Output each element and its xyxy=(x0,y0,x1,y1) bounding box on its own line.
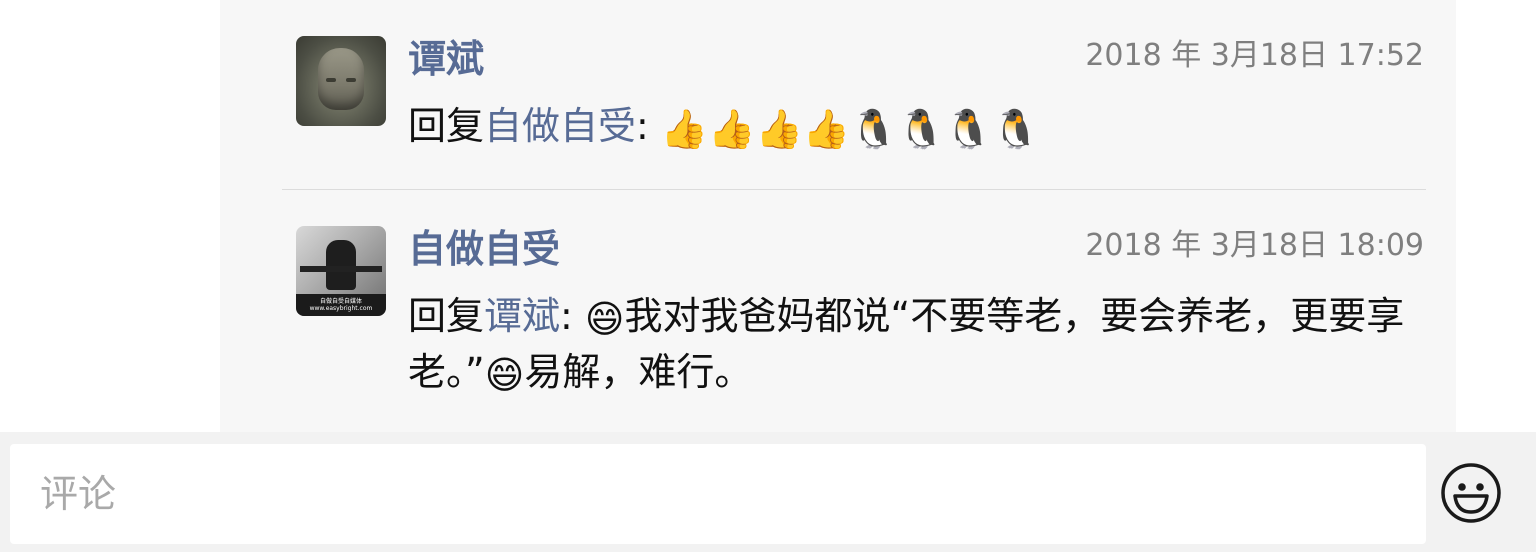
avatar-eye xyxy=(346,78,356,82)
comment-timestamp: 2018 年 3月18日 17:52 xyxy=(1085,38,1424,73)
avatar-eye xyxy=(326,78,336,82)
avatar-figure xyxy=(326,240,356,290)
reply-prefix: 回复 xyxy=(408,294,485,338)
comment-author[interactable]: 谭斌 xyxy=(408,36,484,82)
comment-input-bar xyxy=(0,432,1536,552)
reply-target-name[interactable]: 谭斌 xyxy=(484,294,560,338)
smiley-face-icon[interactable] xyxy=(1440,462,1502,524)
comment-author[interactable]: 自做自受 xyxy=(408,226,560,272)
reply-target-name[interactable]: 自做自受 xyxy=(484,104,636,148)
avatar[interactable] xyxy=(296,36,386,126)
grin-emoji: 😄 xyxy=(484,353,525,397)
comment-text-part2: 易解，难行。 xyxy=(524,350,753,394)
comment-body: 回复谭斌: 😄我对我爸妈都说“不要等老，要会养老，更要享老。”😄易解，难行。 xyxy=(408,288,1418,400)
emoji-row: 👍👍👍👍🐧🐧🐧🐧 xyxy=(660,107,1040,151)
reply-separator: : xyxy=(636,104,661,148)
smiley-face-icon-svg xyxy=(1441,463,1501,523)
comment-body: 回复自做自受: 👍👍👍👍🐧🐧🐧🐧 xyxy=(408,98,1418,154)
reply-prefix: 回复 xyxy=(408,104,485,148)
avatar-caption: 自做自受自媒体 www.easybright.com xyxy=(309,298,373,312)
comment-timestamp: 2018 年 3月18日 18:09 xyxy=(1085,228,1424,263)
reply-separator: : xyxy=(560,294,585,338)
comment-input[interactable] xyxy=(10,444,1426,544)
avatar-face xyxy=(318,48,364,110)
avatar[interactable]: 自做自受自媒体 www.easybright.com xyxy=(296,226,386,316)
comment-divider xyxy=(282,189,1426,190)
avatar-bar xyxy=(300,266,382,272)
comment-screen: 谭斌 2018 年 3月18日 17:52 回复自做自受: 👍👍👍👍🐧🐧🐧🐧 自… xyxy=(0,0,1536,552)
grin-emoji: 😄 xyxy=(584,297,625,341)
